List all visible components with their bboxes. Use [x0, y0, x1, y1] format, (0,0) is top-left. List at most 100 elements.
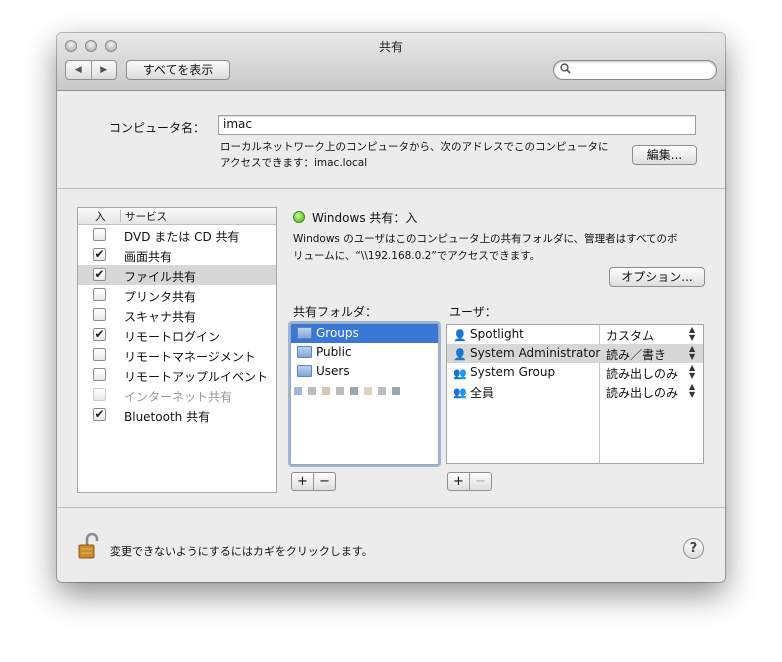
service-label: リモートログイン: [124, 330, 221, 344]
folder-icon: [297, 365, 312, 377]
permission-popup[interactable]: 読み出しのみ: [606, 384, 678, 401]
service-label: DVD または CD 共有: [124, 230, 240, 244]
folder-row-public[interactable]: Public: [291, 343, 438, 362]
single-user-icon: 👤: [453, 348, 467, 361]
popup-arrows-icon[interactable]: ▲ ▼: [689, 326, 695, 342]
back-forward-control: ◀ ▶: [65, 60, 117, 80]
service-row-screen-sharing[interactable]: ✔ 画面共有: [78, 245, 276, 265]
service-row-dvd-cd[interactable]: DVD または CD 共有: [78, 225, 276, 245]
service-checkbox[interactable]: [93, 228, 106, 241]
address-info-line2: アクセスできます：imac.local: [220, 157, 368, 169]
shared-folders-label: 共有フォルダ：: [293, 305, 378, 319]
service-label: Bluetooth 共有: [124, 410, 211, 424]
group-icon: 👥: [453, 367, 467, 380]
show-all-button[interactable]: すべてを表示: [126, 60, 230, 80]
users-label: ユーザ：: [449, 305, 497, 319]
service-checkbox[interactable]: [93, 388, 106, 401]
service-row-bluetooth-sharing[interactable]: ✔ Bluetooth 共有: [78, 405, 276, 425]
folder-icon: [297, 327, 312, 339]
user-row-everyone[interactable]: 👥 全員 読み出しのみ ▲ ▼: [447, 382, 703, 401]
popup-arrows-icon[interactable]: ▲ ▼: [689, 345, 695, 361]
service-label: リモートマネージメント: [124, 350, 256, 364]
folder-row-redacted[interactable]: [291, 381, 438, 400]
folder-row-users[interactable]: Users: [291, 362, 438, 381]
remove-folder-button[interactable]: −: [314, 473, 335, 490]
forward-button[interactable]: ▶: [92, 61, 117, 79]
users-permissions-table[interactable]: 👤 Spotlight カスタム ▲ ▼ 👤 System Administrator 読み…: [446, 324, 704, 464]
service-checkbox[interactable]: [93, 288, 106, 301]
back-button[interactable]: ◀: [66, 61, 92, 79]
service-label: ファイル共有: [124, 270, 197, 284]
service-checkbox[interactable]: [93, 348, 106, 361]
service-row-printer-sharing[interactable]: プリンタ共有: [78, 285, 276, 305]
user-row-spotlight[interactable]: 👤 Spotlight カスタム ▲ ▼: [447, 325, 703, 344]
window-title: 共有: [378, 40, 403, 54]
remove-user-button[interactable]: −: [470, 473, 491, 490]
single-user-icon: 👤: [453, 329, 467, 342]
search-field[interactable]: [553, 60, 717, 80]
title-bar: 共有 ◀ ▶ すべてを表示: [57, 33, 725, 91]
folder-name: Public: [316, 345, 352, 359]
description-line1: Windows のユーザはこのコンピュータ上の共有フォルダに、管理者はすべてのボ: [293, 233, 678, 245]
services-list-header: 入 サービス: [78, 208, 276, 225]
column-header-service[interactable]: サービス: [125, 209, 167, 224]
service-row-internet-sharing[interactable]: インターネット共有: [78, 385, 276, 405]
user-row-system-administrator[interactable]: 👤 System Administrator 読み／書き ▲ ▼: [447, 344, 703, 363]
everyone-icon: 👥: [453, 386, 467, 399]
user-name: 全員: [470, 386, 495, 400]
service-checkbox[interactable]: ✔: [93, 248, 106, 261]
status-indicator-icon: [293, 211, 305, 223]
edit-button[interactable]: 編集...: [632, 145, 697, 165]
description-line2: リュームに、“\\192.168.0.2”でアクセスできます。: [293, 250, 541, 262]
service-row-remote-login[interactable]: ✔ リモートログイン: [78, 325, 276, 345]
permission-popup[interactable]: 読み出しのみ: [606, 365, 678, 382]
service-checkbox[interactable]: ✔: [93, 408, 106, 421]
folder-row-groups[interactable]: Groups: [291, 324, 438, 343]
service-checkbox[interactable]: ✔: [93, 328, 106, 341]
service-label: リモートアップルイベント: [124, 370, 269, 384]
permission-popup[interactable]: 読み／書き: [606, 346, 666, 363]
service-row-remote-management[interactable]: リモートマネージメント: [78, 345, 276, 365]
help-button[interactable]: ?: [683, 538, 704, 559]
lock-icon[interactable]: [78, 532, 100, 559]
sharing-status: Windows 共有：入: [293, 209, 417, 226]
user-name: System Group: [470, 365, 556, 379]
computer-name-label: コンピュータ名：: [109, 121, 206, 135]
popup-arrows-icon[interactable]: ▲ ▼: [689, 364, 695, 380]
sharing-window: 共有 ◀ ▶ すべてを表示 コンピュータ名： imac ローカルネットワーク上の…: [57, 33, 725, 582]
folders-add-remove: + −: [291, 472, 336, 491]
folder-icon: [297, 346, 312, 358]
service-row-scanner-sharing[interactable]: スキャナ共有: [78, 305, 276, 325]
service-checkbox[interactable]: [93, 368, 106, 381]
lock-instructions: 変更できないようにするにはカギをクリックします。: [110, 545, 373, 558]
permission-popup[interactable]: カスタム: [606, 327, 654, 344]
user-name: System Administrator: [470, 346, 601, 360]
user-row-system-group[interactable]: 👥 System Group 読み出しのみ ▲ ▼: [447, 363, 703, 382]
services-list: 入 サービス DVD または CD 共有 ✔ 画面共有 ✔ ファイル共有 プリンタ共…: [77, 207, 277, 493]
users-add-remove: + −: [447, 472, 492, 491]
sharing-description: Windows のユーザはこのコンピュータ上の共有フォルダに、管理者はすべてのボ…: [293, 231, 713, 265]
service-checkbox[interactable]: ✔: [93, 268, 106, 281]
service-checkbox[interactable]: [93, 308, 106, 321]
shared-folders-list[interactable]: Groups Public Users: [290, 323, 439, 465]
service-label: インターネット共有: [124, 390, 233, 404]
redacted-folder-name: [294, 384, 406, 396]
service-label: 画面共有: [124, 250, 173, 264]
folder-name: Users: [316, 364, 350, 378]
service-row-file-sharing[interactable]: ✔ ファイル共有: [78, 265, 276, 285]
options-button[interactable]: オプション...: [609, 267, 705, 287]
status-title: Windows 共有：入: [312, 211, 418, 225]
column-header-on[interactable]: 入: [95, 209, 106, 224]
add-folder-button[interactable]: +: [292, 473, 314, 490]
service-label: プリンタ共有: [124, 290, 197, 304]
address-info-line1: ローカルネットワーク上のコンピュータから、次のアドレスでこのコンピュータに: [220, 141, 609, 153]
service-row-remote-apple-events[interactable]: リモートアップルイベント: [78, 365, 276, 385]
add-user-button[interactable]: +: [448, 473, 470, 490]
column-divider: [120, 210, 121, 222]
computer-name-field[interactable]: imac: [218, 115, 696, 135]
user-name: Spotlight: [470, 327, 524, 341]
folder-name: Groups: [316, 326, 359, 340]
popup-arrows-icon[interactable]: ▲ ▼: [689, 383, 695, 399]
service-label: スキャナ共有: [124, 310, 197, 324]
search-icon: [560, 63, 571, 77]
